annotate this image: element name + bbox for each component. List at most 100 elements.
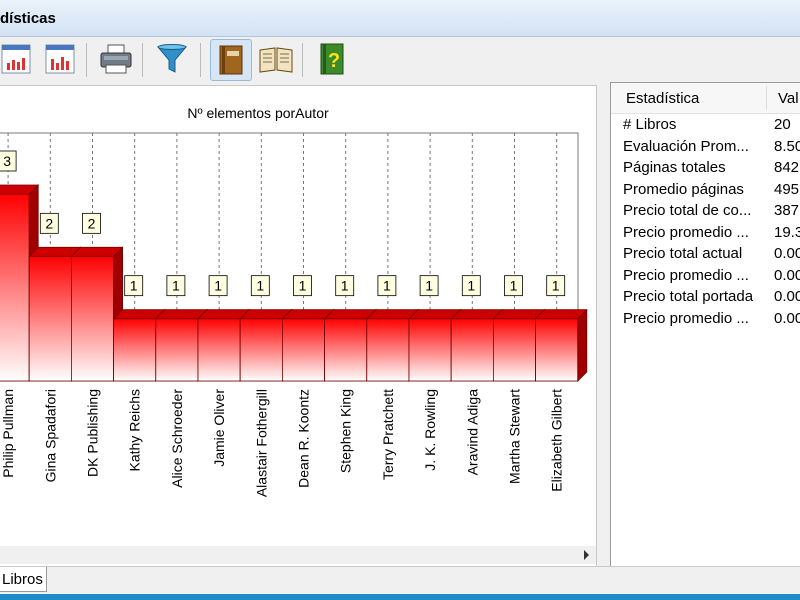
stats-row[interactable]: Precio total de co... 387 [611, 200, 800, 221]
x-tick-label: Martha Stewart [507, 389, 523, 484]
chart-title: Nº elementos porAutor [187, 105, 329, 121]
stat-label: Precio promedio ... [623, 223, 749, 241]
stat-label: Precio promedio ... [623, 309, 749, 327]
bar [0, 193, 30, 382]
stats-row[interactable]: Precio total actual 0.00 [611, 243, 800, 264]
book-icon [219, 45, 243, 75]
x-tick-label: Alice Schroeder [169, 389, 185, 488]
stat-value: 0.00 [774, 245, 800, 262]
stats-row[interactable]: Promedio páginas 495 [611, 179, 800, 200]
column-chart-button[interactable] [40, 39, 80, 79]
stat-label: # Libros [623, 116, 677, 133]
stats-row[interactable]: Precio total portada 0.00 [611, 286, 800, 307]
data-label: 3 [3, 153, 11, 169]
bar [535, 318, 579, 382]
horizontal-scrollbar[interactable] [0, 546, 596, 564]
data-label: 1 [256, 278, 264, 294]
stat-value: 0.00 [774, 266, 800, 284]
printer-icon [100, 44, 132, 74]
data-label: 1 [214, 278, 222, 294]
column-header-stat[interactable]: Estadística [626, 90, 699, 107]
stats-row[interactable]: Precio promedio ... 0.00 [611, 308, 800, 329]
stats-list[interactable]: Estadística Val # Libros 20 Evaluación Pro… [610, 82, 800, 568]
data-label: 1 [510, 278, 518, 294]
bar-chart-button[interactable] [0, 39, 36, 79]
data-label: 1 [425, 278, 433, 294]
x-tick-label: DK Publishing [85, 389, 101, 477]
stats-row[interactable]: Páginas totales 842 [611, 157, 800, 178]
svg-text:?: ? [328, 50, 340, 72]
open-book-button[interactable] [256, 39, 296, 79]
x-tick-label: Jamie Oliver [211, 389, 227, 467]
bar [450, 318, 494, 382]
column-header-value[interactable]: Val [778, 90, 799, 107]
x-tick-label: Dean R. Koontz [296, 389, 312, 488]
stats-row[interactable]: Precio promedio ... 0.00 [611, 265, 800, 286]
bar [492, 318, 536, 382]
stat-value: 495 [774, 180, 800, 198]
filter-button[interactable] [152, 39, 192, 79]
bar-chart-icon [1, 44, 31, 74]
stat-label: Precio total portada [623, 288, 754, 305]
stat-label: Promedio páginas [623, 180, 744, 198]
status-bar: Libros [0, 566, 800, 595]
data-label: 1 [172, 278, 180, 294]
stat-value: 387 [774, 202, 800, 219]
data-label: 1 [552, 278, 560, 294]
data-label: 1 [341, 278, 349, 294]
stat-label: Evaluación Prom... [623, 137, 749, 155]
stats-row[interactable]: Precio promedio ... 19.3 [611, 222, 800, 243]
help-book-icon: ? [320, 43, 344, 75]
stat-value: 20 [774, 116, 791, 133]
funnel-icon [156, 44, 188, 73]
bar [408, 318, 452, 382]
print-button[interactable] [96, 39, 136, 79]
stat-value: 0.00 [774, 309, 800, 327]
column-chart-icon [45, 44, 75, 74]
taskbar-strip [0, 594, 800, 600]
open-book-icon [259, 47, 293, 73]
data-label: 1 [383, 278, 391, 294]
bar [71, 255, 115, 382]
stats-row[interactable]: # Libros 20 [611, 114, 800, 135]
x-tick-label: Alastair Fothergill [253, 389, 269, 497]
stat-label: Precio total de co... [623, 202, 752, 219]
stat-label: Páginas totales [623, 159, 726, 176]
bar [197, 318, 241, 382]
x-tick-label: Terry Pratchett [380, 389, 396, 480]
bar-side-face [577, 308, 588, 382]
stat-label: Precio promedio ... [623, 266, 749, 284]
help-button[interactable]: ? [312, 39, 352, 79]
x-tick-label: J. K. Rowling [422, 389, 438, 471]
bar [113, 318, 157, 382]
stat-value: 0.00 [774, 288, 800, 305]
x-tick-label: Gina Spadafori [42, 389, 58, 482]
bar [324, 318, 368, 382]
book-button[interactable] [210, 39, 252, 81]
x-tick-label: Stephen King [338, 389, 354, 473]
data-label: 2 [45, 215, 53, 231]
data-label: 1 [130, 278, 138, 294]
tab-libros-label: Libros [2, 571, 43, 588]
title-bar: dísticas [0, 0, 800, 37]
stat-value: 8.50 [774, 137, 800, 155]
data-label: 1 [299, 278, 307, 294]
bar [366, 318, 410, 382]
author-bar-chart: Nº elementos porAutor 3 2 2 1 1 1 1 1 1 1 1 1 1 1 Phi… [0, 105, 596, 564]
stats-header: Estadística Val [611, 83, 800, 114]
chart-panel: Nº elementos porAutor 3 2 2 1 1 1 1 1 1 1 1 1 1 1 Phi… [0, 85, 597, 567]
stat-value: 19.3 [774, 223, 800, 241]
bar [281, 318, 325, 382]
window-title: dísticas [0, 10, 56, 27]
stat-value: 842 [774, 159, 800, 176]
tab-libros[interactable]: Libros [0, 567, 47, 592]
stat-label: Precio total actual [623, 245, 743, 262]
x-tick-label: Philip Pullman [0, 389, 16, 478]
data-label: 2 [88, 215, 96, 231]
x-tick-label: Kathy Reichs [127, 389, 143, 471]
bar [239, 318, 283, 382]
bar [155, 318, 199, 382]
x-tick-label: Aravind Adiga [464, 389, 480, 476]
bar [28, 255, 72, 382]
stats-row[interactable]: Evaluación Prom... 8.50 [611, 136, 800, 157]
